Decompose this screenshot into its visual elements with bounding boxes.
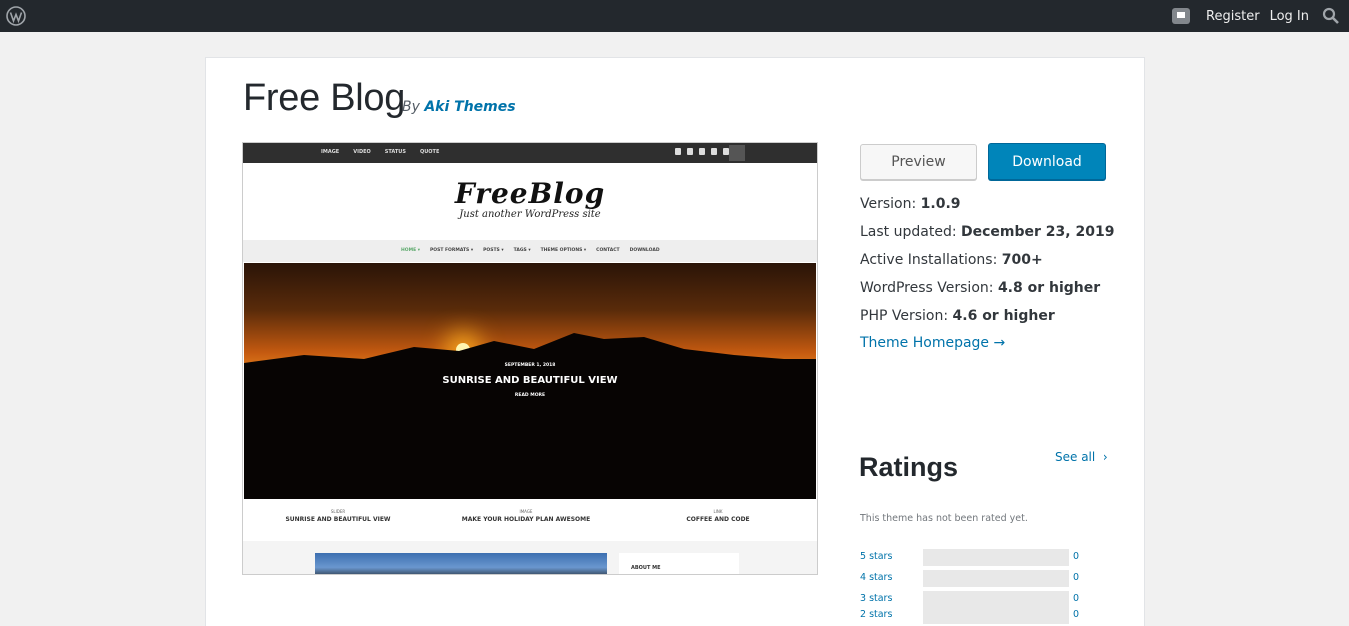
screenshot-hero-title: SUNRISE AND BEAUTIFUL VIEW xyxy=(442,375,618,386)
screenshot-top-bar: IMAGE VIDEO STATUS QUOTE xyxy=(243,143,817,163)
by-label: By xyxy=(402,99,420,115)
rating-row: 4 stars 0 xyxy=(860,570,1090,588)
instagram-icon xyxy=(711,148,717,155)
screenshot-hero-read-more: READ MORE xyxy=(514,393,546,398)
rating-stars-link[interactable]: 5 stars xyxy=(860,551,892,562)
rating-stars-link[interactable]: 3 stars xyxy=(860,593,892,604)
screenshot-topnav-item: VIDEO xyxy=(353,149,371,155)
rating-bar xyxy=(923,570,1069,587)
download-button[interactable]: Download xyxy=(988,143,1106,180)
rating-row: 2 stars 0 xyxy=(860,607,1090,625)
rating-bar xyxy=(923,549,1069,566)
login-link[interactable]: Log In xyxy=(1270,9,1309,24)
screenshot-menu-item: THEME OPTIONS ▾ xyxy=(540,248,587,253)
notification-icon[interactable] xyxy=(1172,8,1191,24)
installs-value: 700+ xyxy=(1001,252,1043,268)
screenshot-topnav-item: IMAGE xyxy=(321,149,340,155)
version-label: Version: xyxy=(860,196,917,212)
rating-bar xyxy=(923,607,1069,624)
screenshot-search-icon xyxy=(729,145,745,161)
screenshot-menu-item: DOWNLOAD xyxy=(629,248,660,253)
php-version-value: 4.6 or higher xyxy=(952,308,1055,324)
screenshot-hero-date: SEPTEMBER 1, 2018 xyxy=(504,363,556,368)
chevron-right-icon: › xyxy=(1099,450,1108,464)
ratings-heading: Ratings xyxy=(859,452,959,482)
rating-count[interactable]: 0 xyxy=(1073,551,1079,562)
screenshot-featured-item: LINK COFFEE AND CODE xyxy=(623,509,813,523)
featured-title: COFFEE AND CODE xyxy=(686,516,750,523)
linkedin-icon xyxy=(699,148,705,155)
rating-stars-link[interactable]: 4 stars xyxy=(860,572,892,583)
rating-stars-link[interactable]: 2 stars xyxy=(860,609,892,620)
wp-version-label: WordPress Version: xyxy=(860,280,994,296)
admin-bar: Register Log In xyxy=(0,0,1349,32)
see-all-label: See all xyxy=(1055,450,1096,464)
wp-version-value: 4.8 or higher xyxy=(997,280,1101,296)
screenshot-tagline: Just another WordPress site xyxy=(459,209,601,220)
screenshot-featured-item: SLIDER SUNRISE AND BEAUTIFUL VIEW xyxy=(243,509,433,523)
register-link[interactable]: Register xyxy=(1206,9,1260,24)
theme-title: Free Blog xyxy=(243,77,406,119)
preview-button[interactable]: Preview xyxy=(860,144,977,180)
screenshot-menu-item: POSTS ▾ xyxy=(483,248,504,253)
screenshot-post-image xyxy=(315,553,607,574)
featured-category: LINK xyxy=(713,509,723,514)
screenshot-hero-image: SEPTEMBER 1, 2018 SUNRISE AND BEAUTIFUL … xyxy=(244,263,816,499)
see-all-link[interactable]: See all › xyxy=(1055,450,1108,464)
rating-count[interactable]: 0 xyxy=(1073,572,1079,583)
theme-screenshot[interactable]: IMAGE VIDEO STATUS QUOTE FreeBlog Just a… xyxy=(242,142,818,575)
last-updated-info: Last updated: December 23, 2019 xyxy=(860,224,1114,240)
installs-label: Active Installations: xyxy=(860,252,998,268)
featured-title: SUNRISE AND BEAUTIFUL VIEW xyxy=(285,516,391,523)
screenshot-menu-item: HOME ▾ xyxy=(401,248,420,253)
rating-count[interactable]: 0 xyxy=(1073,609,1079,620)
last-updated-value: December 23, 2019 xyxy=(961,224,1115,240)
featured-category: SLIDER xyxy=(330,509,346,514)
version-info: Version: 1.0.9 xyxy=(860,196,961,212)
rating-bar xyxy=(923,591,1069,608)
screenshot-topnav-item: STATUS xyxy=(384,149,406,155)
wp-version-info: WordPress Version: 4.8 or higher xyxy=(860,280,1100,296)
screenshot-about-label: ABOUT ME xyxy=(631,565,661,571)
rating-count[interactable]: 0 xyxy=(1073,593,1079,604)
author-link[interactable]: Aki Themes xyxy=(424,99,515,115)
search-icon[interactable] xyxy=(1321,6,1341,26)
theme-byline: By Aki Themes xyxy=(402,99,516,115)
rating-row: 5 stars 0 xyxy=(860,549,1090,567)
screenshot-logo: FreeBlog xyxy=(454,177,606,210)
not-rated-notice: This theme has not been rated yet. xyxy=(860,513,1028,524)
screenshot-social-icons xyxy=(675,148,729,155)
screenshot-menu-item: POST FORMATS ▾ xyxy=(429,248,474,253)
screenshot-menu: HOME ▾ POST FORMATS ▾ POSTS ▾ TAGS ▾ THE… xyxy=(243,240,817,262)
php-version-info: PHP Version: 4.6 or higher xyxy=(860,308,1055,324)
last-updated-label: Last updated: xyxy=(860,224,957,240)
php-version-label: PHP Version: xyxy=(860,308,949,324)
theme-homepage-link[interactable]: Theme Homepage → xyxy=(860,335,1005,351)
version-value: 1.0.9 xyxy=(920,196,961,212)
installs-info: Active Installations: 700+ xyxy=(860,252,1043,268)
featured-title: MAKE YOUR HOLIDAY PLAN AWESOME xyxy=(461,516,591,523)
twitter-icon xyxy=(687,148,693,155)
featured-category: IMAGE xyxy=(519,509,533,514)
facebook-icon xyxy=(675,148,681,155)
wordpress-logo-icon[interactable] xyxy=(6,6,26,26)
screenshot-menu-item: TAGS ▾ xyxy=(513,248,531,253)
screenshot-about-widget: ABOUT ME xyxy=(619,553,739,574)
screenshot-topnav-item: QUOTE xyxy=(419,149,440,155)
screenshot-featured-item: IMAGE MAKE YOUR HOLIDAY PLAN AWESOME xyxy=(431,509,621,523)
screenshot-menu-item: CONTACT xyxy=(596,248,620,253)
